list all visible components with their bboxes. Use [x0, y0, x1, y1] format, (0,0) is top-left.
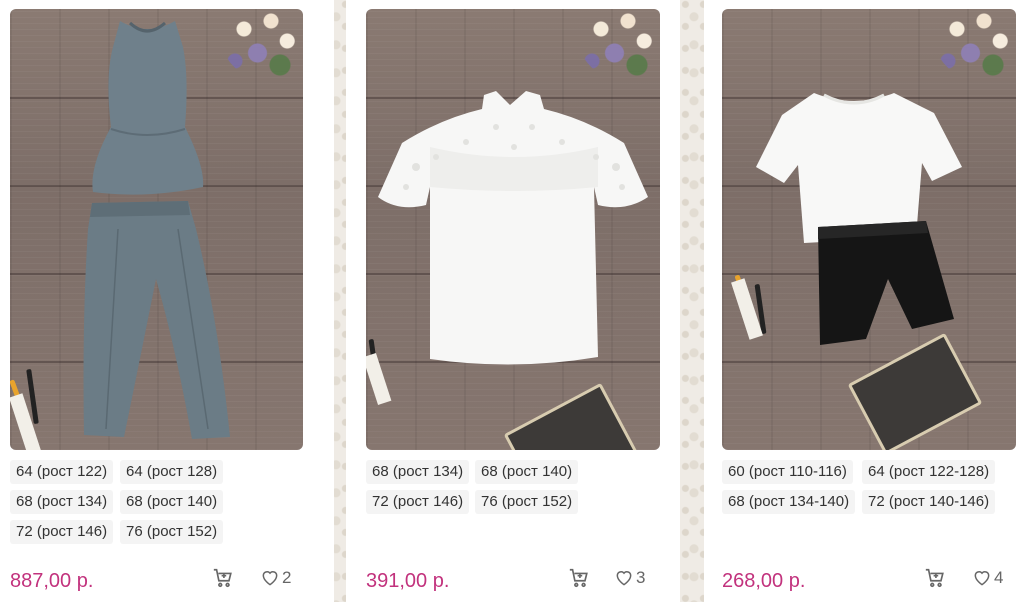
size-option[interactable]: 64 (рост 122-128) [862, 460, 996, 484]
heart-icon [974, 571, 990, 586]
size-option[interactable]: 68 (рост 140) [120, 490, 224, 514]
product-price: 391,00 р. [366, 570, 450, 592]
size-option[interactable]: 64 (рост 128) [120, 460, 224, 484]
favorite-button[interactable]: 3 [614, 567, 645, 589]
size-option[interactable]: 68 (рост 140) [475, 460, 579, 484]
cart-icon [925, 568, 944, 588]
add-to-cart-button[interactable] [924, 567, 946, 589]
size-option[interactable]: 68 (рост 134) [366, 460, 470, 484]
size-option[interactable]: 68 (рост 134-140) [722, 490, 856, 514]
product-price: 268,00 р. [722, 570, 806, 592]
size-option[interactable]: 76 (рост 152) [475, 490, 579, 514]
size-option[interactable]: 72 (рост 146) [10, 520, 114, 544]
favorite-button[interactable]: 2 [260, 567, 291, 589]
product-image[interactable] [10, 9, 303, 450]
favorite-count: 4 [994, 568, 1004, 587]
page-background [680, 0, 704, 602]
product-card[interactable]: 60 (рост 110-116) 64 (рост 122-128) 68 (… [704, 0, 1026, 602]
product-image[interactable] [366, 9, 660, 450]
size-option[interactable]: 72 (рост 140-146) [862, 490, 996, 514]
add-to-cart-button[interactable] [212, 567, 234, 589]
size-option[interactable]: 64 (рост 122) [10, 460, 114, 484]
cart-icon [213, 568, 232, 588]
favorite-button[interactable]: 4 [972, 567, 1003, 589]
size-option[interactable]: 68 (рост 134) [10, 490, 114, 514]
product-image[interactable] [722, 9, 1016, 450]
favorite-count: 3 [636, 568, 646, 587]
size-option[interactable]: 60 (рост 110-116) [722, 460, 853, 484]
favorite-count: 2 [282, 568, 292, 587]
product-price: 887,00 р. [10, 570, 94, 592]
size-option[interactable]: 76 (рост 152) [120, 520, 224, 544]
size-option[interactable]: 72 (рост 146) [366, 490, 470, 514]
add-to-cart-button[interactable] [568, 567, 590, 589]
cart-icon [569, 568, 588, 588]
heart-icon [616, 571, 632, 586]
heart-icon [262, 571, 278, 586]
product-card[interactable]: 64 (рост 122) 64 (рост 128) 68 (рост 134… [0, 0, 334, 602]
product-card[interactable]: 68 (рост 134) 68 (рост 140) 72 (рост 146… [346, 0, 680, 602]
